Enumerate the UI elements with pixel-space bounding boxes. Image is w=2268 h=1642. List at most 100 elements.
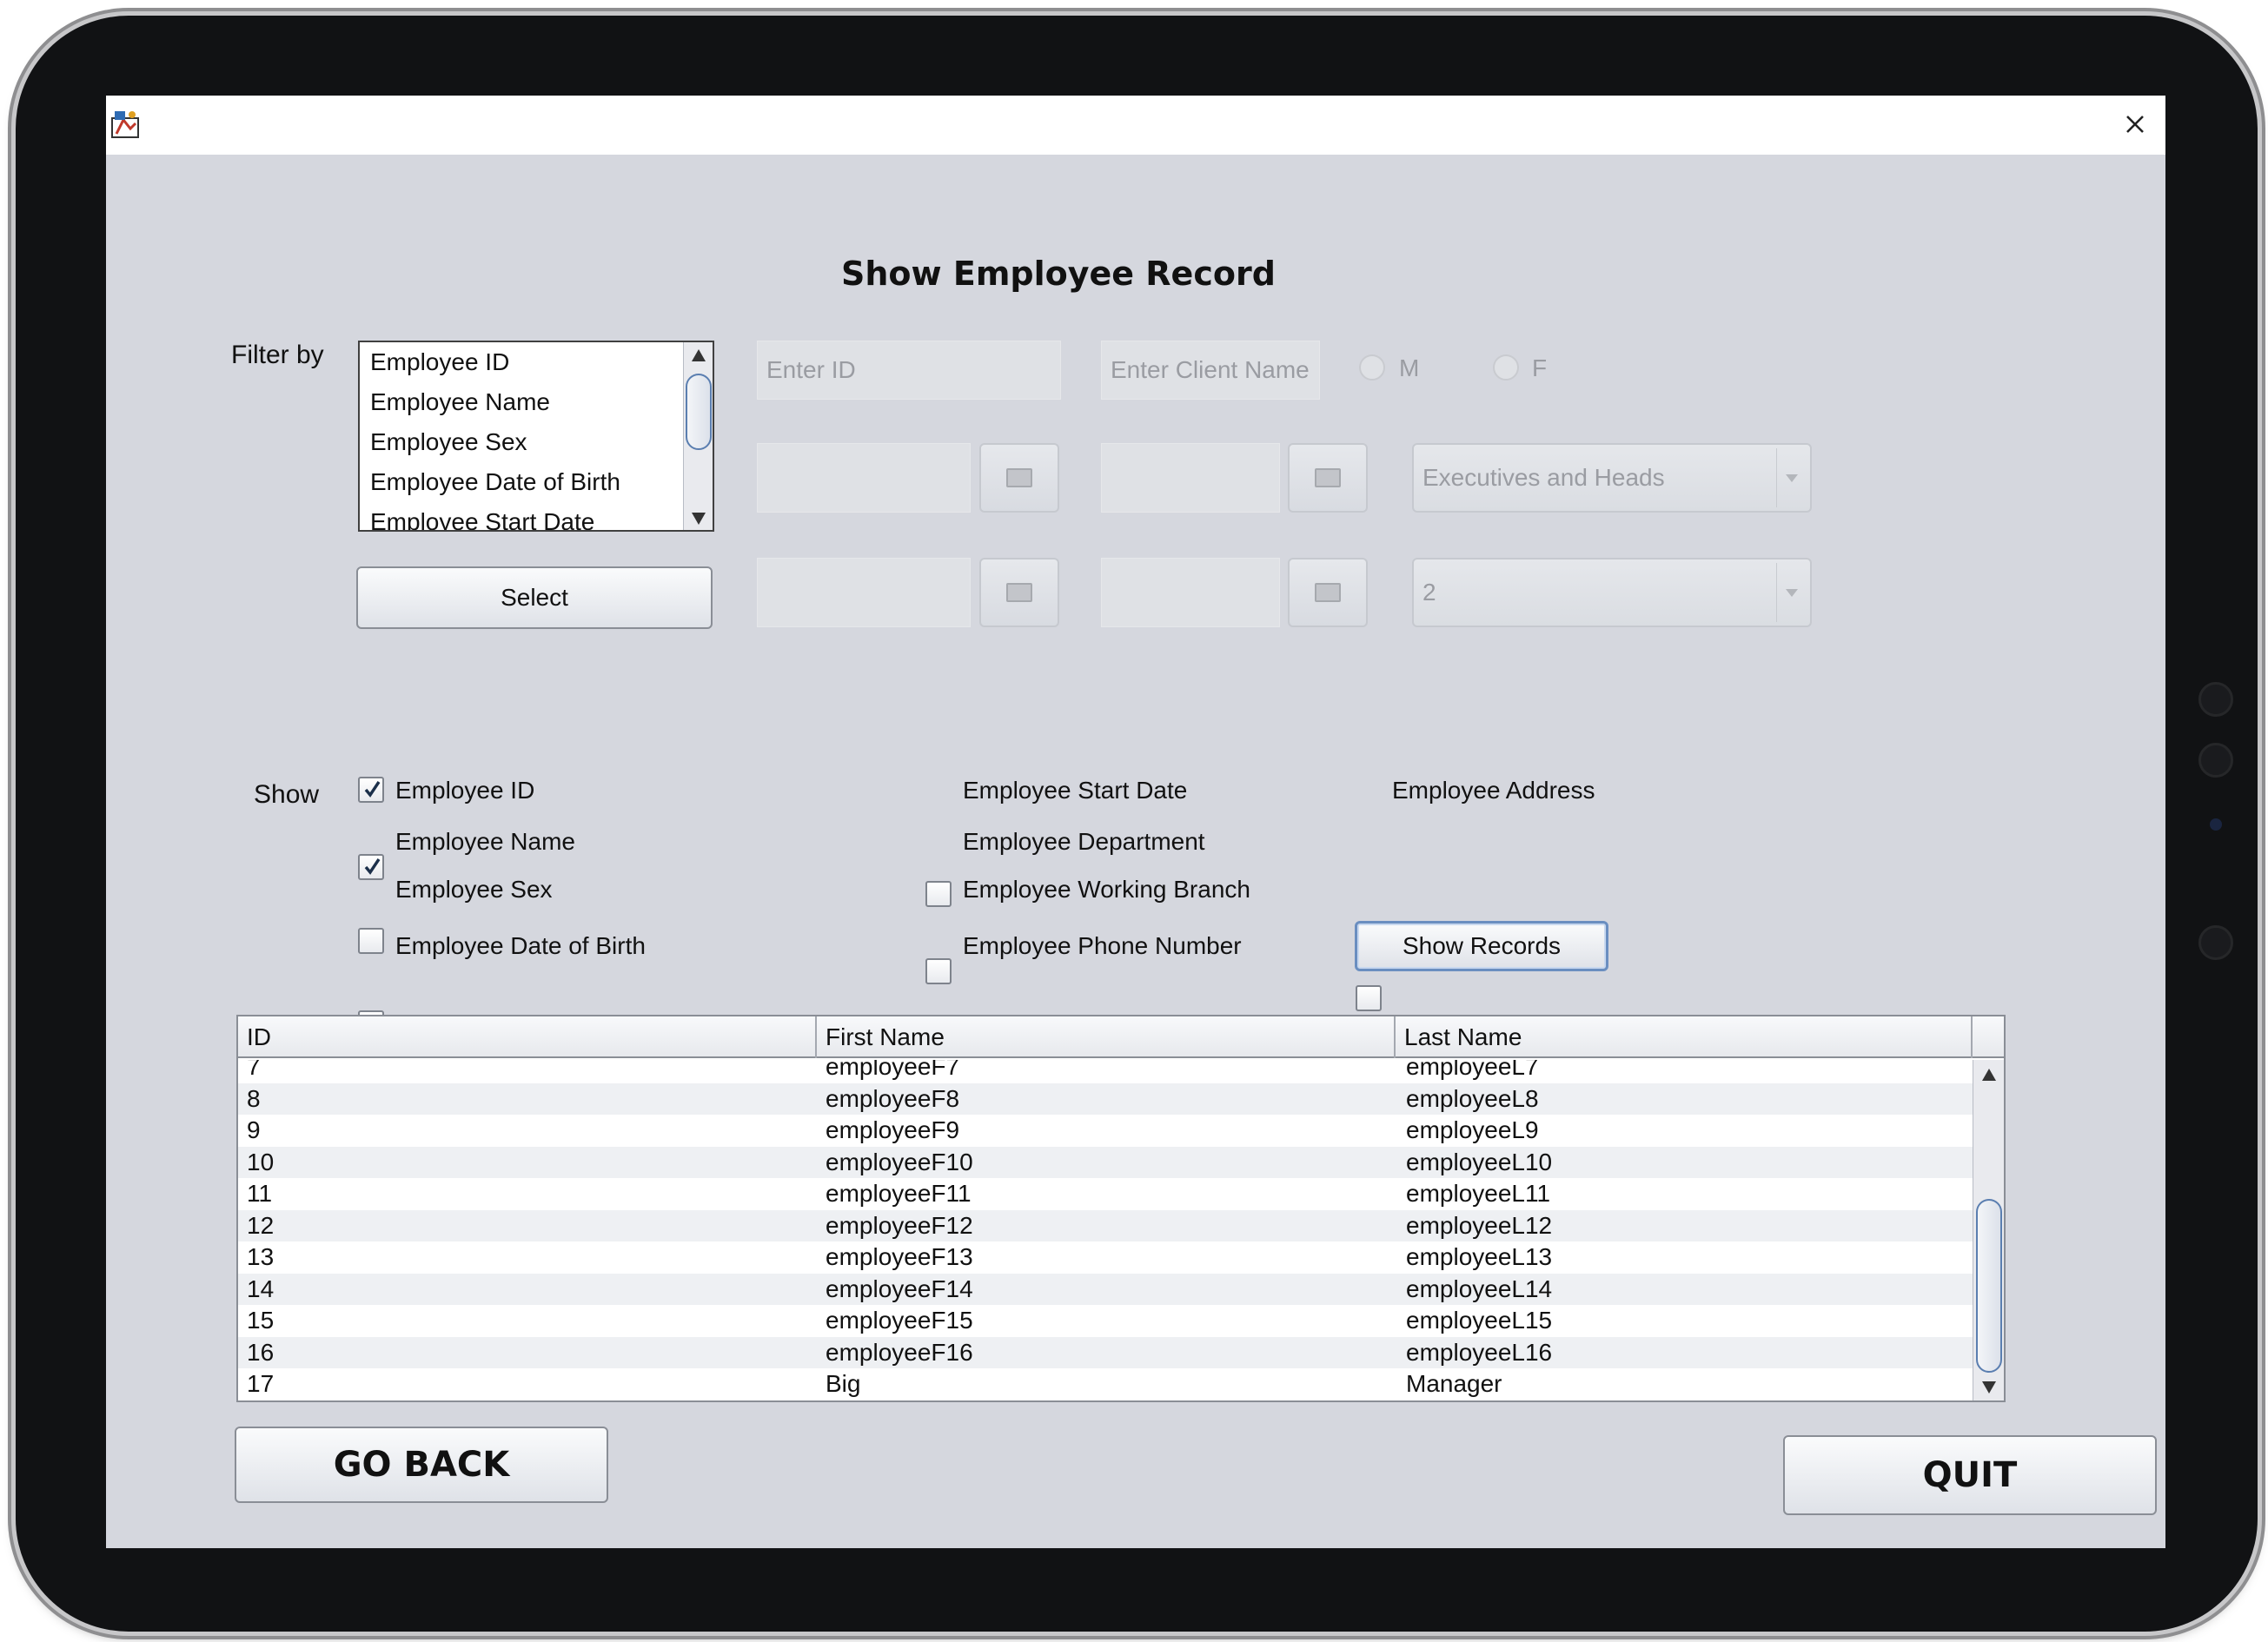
- records-table[interactable]: ID First Name Last Name 7 employeeF7 emplo…: [236, 1015, 2006, 1402]
- table-cell: employeeF11: [826, 1180, 972, 1207]
- scroll-up-icon[interactable]: [1982, 1069, 1996, 1081]
- scroll-down-icon[interactable]: [1982, 1381, 1996, 1394]
- dob-to-calendar-button[interactable]: [1288, 443, 1368, 513]
- show-address-label: Employee Address: [1392, 777, 1595, 804]
- table-scrollbar[interactable]: [1973, 1060, 2004, 1400]
- list-scrollbar[interactable]: [683, 342, 713, 530]
- sex-f-radio[interactable]: [1493, 354, 1519, 381]
- branch-value: 2: [1422, 579, 1436, 606]
- table-row[interactable]: 13 employeeF13 employeeL13: [238, 1241, 1973, 1274]
- checkmark-icon: [364, 858, 381, 875]
- client-name-input[interactable]: Enter Client Name: [1101, 341, 1320, 400]
- page-title: Show Employee Record: [841, 255, 1276, 293]
- select-button[interactable]: Select: [356, 566, 713, 629]
- table-cell: employeeL10: [1406, 1148, 1553, 1175]
- list-item[interactable]: Employee Name: [360, 382, 683, 422]
- show-records-button[interactable]: Show Records: [1355, 921, 1608, 971]
- show-start-date-checkbox[interactable]: [925, 881, 952, 907]
- camera-icon: [2198, 743, 2233, 778]
- go-back-button[interactable]: GO BACK: [235, 1427, 608, 1503]
- start-to-calendar-button[interactable]: [1288, 558, 1368, 627]
- show-employee-sex-checkbox[interactable]: [358, 928, 384, 954]
- sensor-dot: [2198, 925, 2233, 960]
- show-employee-id-checkbox[interactable]: [358, 777, 384, 803]
- table-row[interactable]: 16 employeeF16 employeeL16: [238, 1336, 1973, 1368]
- department-value: Executives and Heads: [1422, 464, 1665, 491]
- table-cell: 12: [247, 1211, 275, 1239]
- table-cell: 15: [247, 1307, 275, 1334]
- table-cell: employeeL13: [1406, 1243, 1553, 1270]
- table-row[interactable]: 12 employeeF12 employeeL12: [238, 1209, 1973, 1241]
- id-input[interactable]: Enter ID: [757, 341, 1061, 400]
- table-cell: employeeL15: [1406, 1307, 1553, 1334]
- camera-lens: [2210, 818, 2222, 831]
- calendar-icon: [1315, 468, 1341, 487]
- column-header-first-name[interactable]: First Name: [817, 1016, 1396, 1058]
- java-app-icon: [109, 108, 143, 141]
- dob-from-input[interactable]: [757, 443, 971, 513]
- calendar-icon: [1315, 583, 1341, 602]
- table-cell: employeeF10: [826, 1148, 973, 1175]
- table-cell: 10: [247, 1148, 275, 1175]
- table-cell: employeeF16: [826, 1338, 973, 1366]
- table-row[interactable]: 8 employeeF8 employeeL8: [238, 1083, 1973, 1115]
- table-cell: employeeL14: [1406, 1275, 1553, 1302]
- chevron-down-icon: [1786, 474, 1798, 482]
- quit-button[interactable]: QUIT: [1783, 1435, 2157, 1515]
- table-cell: employeeL8: [1406, 1084, 1539, 1112]
- show-employee-name-checkbox[interactable]: [358, 854, 384, 880]
- sex-m-radio[interactable]: [1359, 354, 1385, 381]
- column-header-id[interactable]: ID: [238, 1016, 817, 1058]
- sensor-dot: [2198, 682, 2233, 717]
- start-from-calendar-button[interactable]: [979, 558, 1059, 627]
- show-start-date-label: Employee Start Date: [963, 777, 1188, 804]
- table-row[interactable]: 14 employeeF14 employeeL14: [238, 1273, 1973, 1305]
- table-cell: employeeF15: [826, 1307, 973, 1334]
- show-employee-name-label: Employee Name: [395, 828, 575, 855]
- table-row[interactable]: 10 employeeF10 employeeL10: [238, 1146, 1973, 1178]
- checkmark-icon: [364, 781, 381, 798]
- table-cell: 9: [247, 1116, 261, 1143]
- department-select[interactable]: Executives and Heads: [1412, 443, 1812, 513]
- table-scroll-thumb[interactable]: [1976, 1199, 2002, 1373]
- scroll-up-icon[interactable]: [692, 349, 706, 361]
- table-cell: 7: [247, 1060, 261, 1080]
- list-item[interactable]: Employee ID: [360, 342, 683, 382]
- table-row[interactable]: 7 employeeF7 employeeL7: [238, 1060, 1973, 1083]
- table-body: 7 employeeF7 employeeL7 8 employeeF8 employee…: [238, 1060, 1973, 1400]
- list-item[interactable]: Employee Date of Birth: [360, 462, 683, 502]
- table-cell: employeeF13: [826, 1243, 973, 1270]
- start-to-input[interactable]: [1101, 558, 1280, 627]
- table-cell: 8: [247, 1084, 261, 1112]
- table-cell: 17: [247, 1370, 275, 1397]
- table-cell: employeeF8: [826, 1084, 960, 1112]
- show-address-checkbox[interactable]: [1356, 985, 1382, 1011]
- start-from-input[interactable]: [757, 558, 971, 627]
- table-cell: Manager: [1406, 1370, 1502, 1397]
- show-department-checkbox[interactable]: [925, 958, 952, 984]
- list-item[interactable]: Employee Start Date: [360, 502, 683, 530]
- table-row[interactable]: 17 Big Manager: [238, 1368, 1973, 1400]
- show-phone-number-label: Employee Phone Number: [963, 932, 1242, 959]
- list-item[interactable]: Employee Sex: [360, 422, 683, 462]
- column-header-last-name[interactable]: Last Name: [1396, 1016, 1973, 1058]
- table-row[interactable]: 11 employeeF11 employeeL11: [238, 1178, 1973, 1210]
- table-row[interactable]: 9 employeeF9 employeeL9: [238, 1115, 1973, 1147]
- filter-list[interactable]: Employee ID Employee Name Employee Sex E…: [358, 341, 714, 532]
- dob-from-calendar-button[interactable]: [979, 443, 1059, 513]
- title-bar: [106, 96, 2165, 155]
- table-cell: employeeF9: [826, 1116, 960, 1143]
- dob-to-input[interactable]: [1101, 443, 1280, 513]
- list-scroll-thumb[interactable]: [686, 374, 712, 450]
- sex-m-label: M: [1399, 354, 1420, 381]
- close-icon[interactable]: [2115, 104, 2155, 144]
- table-cell: 11: [247, 1180, 273, 1207]
- combo-separator: [1776, 448, 1777, 507]
- branch-select[interactable]: 2: [1412, 558, 1812, 627]
- scroll-down-icon[interactable]: [692, 513, 706, 525]
- table-row[interactable]: 15 employeeF15 employeeL15: [238, 1305, 1973, 1337]
- filter-list-items: Employee ID Employee Name Employee Sex E…: [360, 342, 683, 530]
- table-cell: employeeL11: [1406, 1180, 1551, 1207]
- combo-separator: [1776, 563, 1777, 622]
- show-employee-id-label: Employee ID: [395, 777, 535, 804]
